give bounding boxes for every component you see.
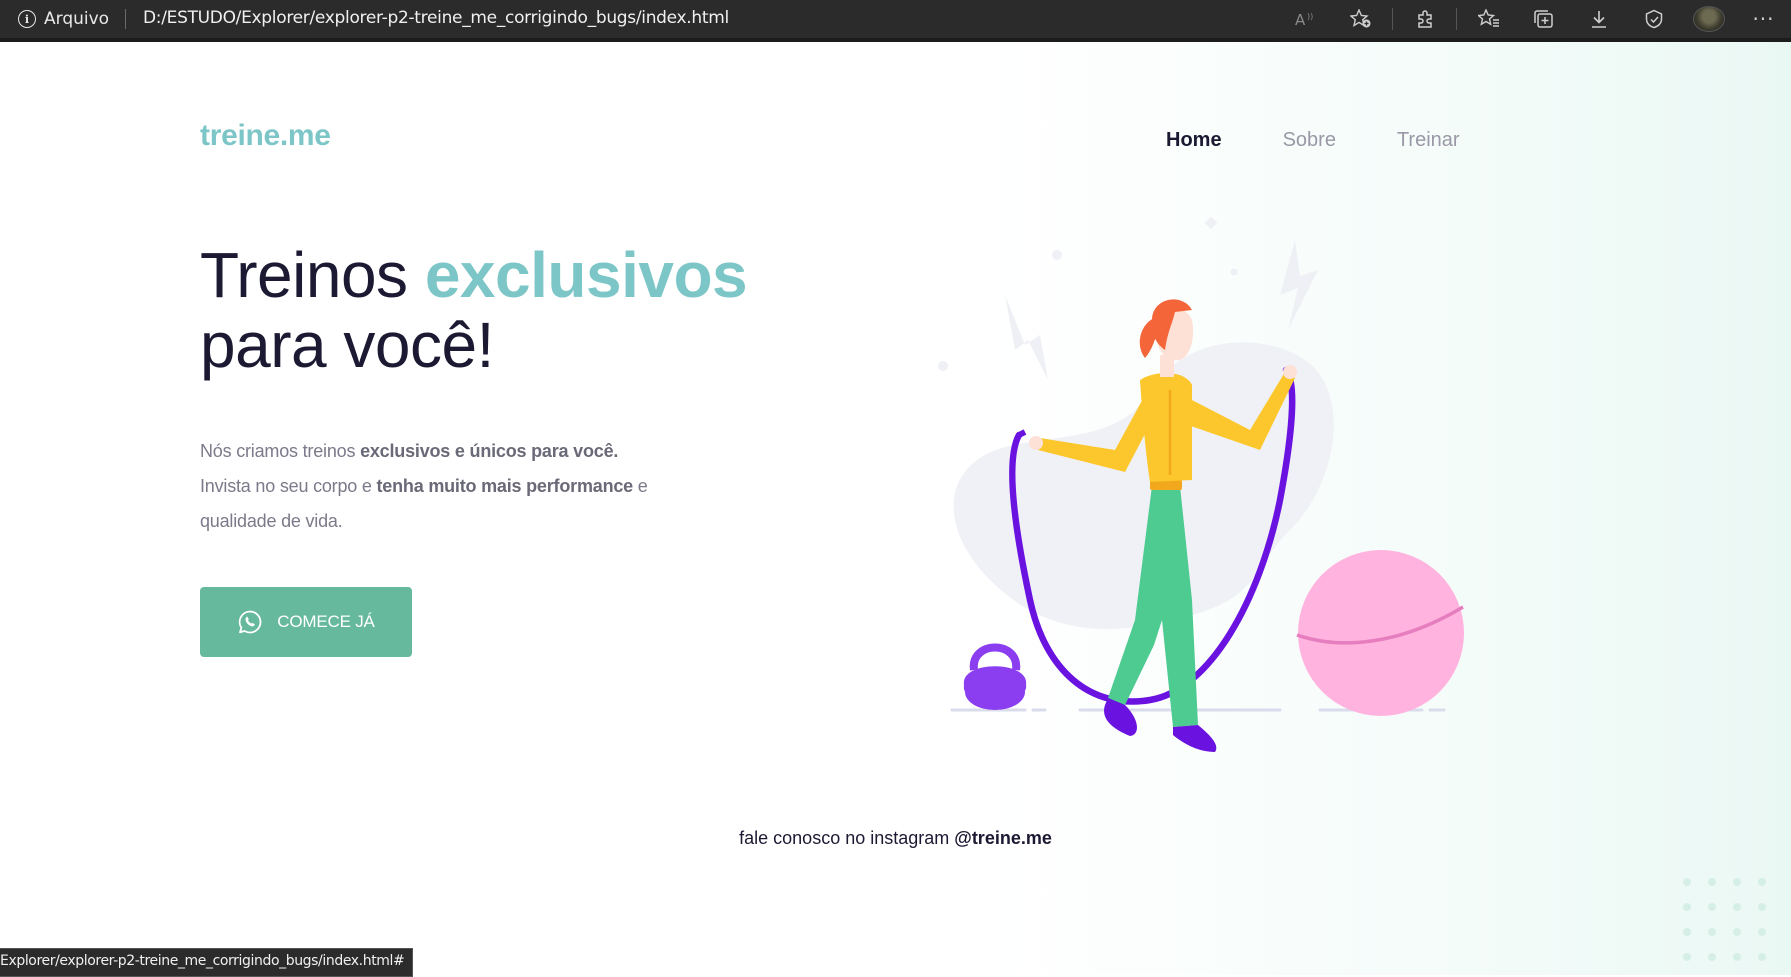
instagram-handle[interactable]: @treine.me xyxy=(954,828,1052,848)
hero-text-1: Nós criamos treinos xyxy=(200,441,361,461)
hero-title-accent: exclusivos xyxy=(424,239,748,311)
site-info-button[interactable]: i Arquivo xyxy=(18,7,109,31)
whatsapp-icon xyxy=(239,610,262,634)
toolbar-separator xyxy=(1456,8,1457,30)
nav-sobre[interactable]: Sobre xyxy=(1283,129,1336,152)
dot-pattern xyxy=(1683,878,1766,961)
hero-title-part2: para você! xyxy=(200,309,494,381)
hero-illustration xyxy=(938,216,1464,752)
toolbar-icons: A)) ··· xyxy=(1278,0,1791,38)
nav-home[interactable]: Home xyxy=(1166,129,1222,152)
read-aloud-icon[interactable]: A)) xyxy=(1278,0,1333,38)
hero-title-part1: Treinos xyxy=(200,239,425,311)
downloads-icon[interactable] xyxy=(1571,0,1626,38)
toolbar-separator xyxy=(1392,8,1393,30)
svg-text:)): )) xyxy=(1307,12,1313,21)
extensions-icon[interactable] xyxy=(1397,0,1452,38)
address-divider xyxy=(125,9,126,29)
nav-treinar[interactable]: Treinar xyxy=(1397,129,1460,152)
footer-text: fale conosco no instagram xyxy=(739,828,955,848)
svg-text:A: A xyxy=(1295,11,1306,28)
page: treine.me Home Sobre Treinar Treinos exc… xyxy=(0,42,1791,975)
footer-contact: fale conosco no instagram @treine.me xyxy=(0,828,1791,849)
hero-text-2-bold: tenha muito mais performance xyxy=(376,476,634,496)
info-icon: i xyxy=(18,10,36,28)
site-info-label: Arquivo xyxy=(44,9,110,29)
cta-label: COMECE JÁ xyxy=(277,612,375,631)
site-logo[interactable]: treine.me xyxy=(200,119,331,153)
kettlebell xyxy=(963,643,1027,710)
hero-description: Nós criamos treinos exclusivos e únicos … xyxy=(200,434,720,539)
browser-essentials-icon[interactable] xyxy=(1626,0,1681,38)
avatar xyxy=(1692,6,1725,32)
exercise-ball xyxy=(1296,550,1464,716)
address-bar[interactable]: D:/ESTUDO/Explorer/explorer-p2-treine_me… xyxy=(143,8,729,28)
hero-title: Treinos exclusivos para você! xyxy=(200,239,748,381)
collections-icon[interactable] xyxy=(1516,0,1571,38)
add-favorite-icon[interactable] xyxy=(1333,0,1388,38)
cta-button[interactable]: COMECE JÁ xyxy=(200,587,412,657)
browser-toolbar: i Arquivo D:/ESTUDO/Explorer/explorer-p2… xyxy=(0,0,1791,42)
status-bar-url: Explorer/explorer-p2-treine_me_corrigind… xyxy=(0,948,414,977)
profile-avatar[interactable] xyxy=(1681,0,1736,38)
more-icon[interactable]: ··· xyxy=(1736,0,1791,38)
favorites-icon[interactable] xyxy=(1461,0,1516,38)
hero-text-1-bold: exclusivos e únicos para você. xyxy=(360,441,619,461)
main-nav: Home Sobre Treinar xyxy=(1166,129,1460,152)
hero-text-2: Invista no seu corpo e xyxy=(200,476,377,496)
